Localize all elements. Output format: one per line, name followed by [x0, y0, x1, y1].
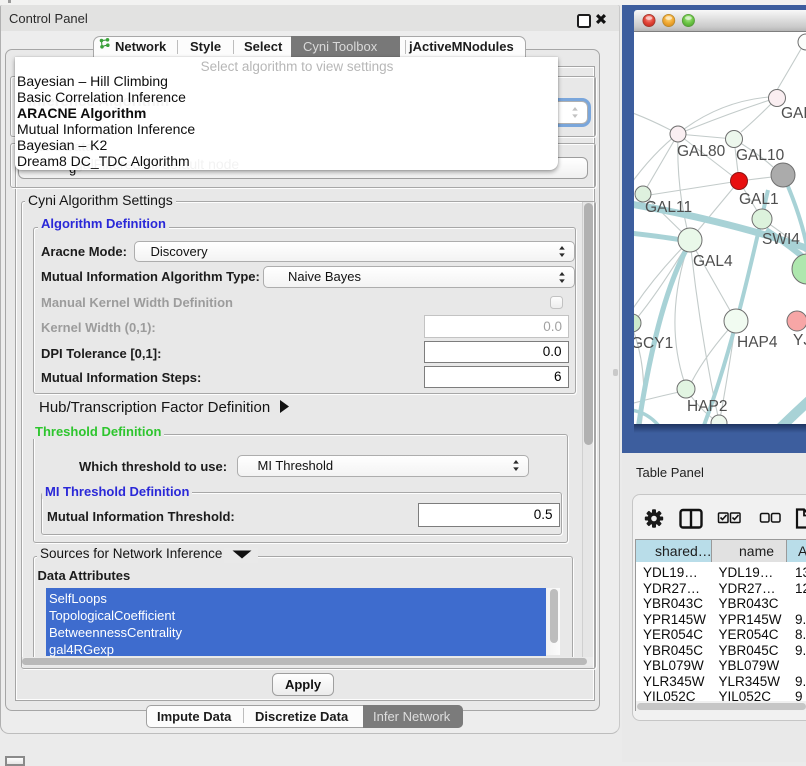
- svg-text:GAL4: GAL4: [693, 253, 733, 270]
- svg-text:GAL11: GAL11: [645, 199, 692, 216]
- svg-text:GAL7: GAL7: [781, 105, 806, 122]
- svg-text:GAL80: GAL80: [677, 143, 726, 160]
- svg-text:SWI4: SWI4: [762, 231, 800, 248]
- svg-text:HAP2: HAP2: [687, 398, 728, 415]
- svg-text:HAP4: HAP4: [737, 334, 778, 351]
- svg-text:GCY1: GCY1: [634, 335, 673, 352]
- svg-text:YJ: YJ: [793, 332, 806, 349]
- svg-text:GAL1: GAL1: [739, 191, 779, 208]
- svg-text:GAL10: GAL10: [736, 147, 785, 164]
